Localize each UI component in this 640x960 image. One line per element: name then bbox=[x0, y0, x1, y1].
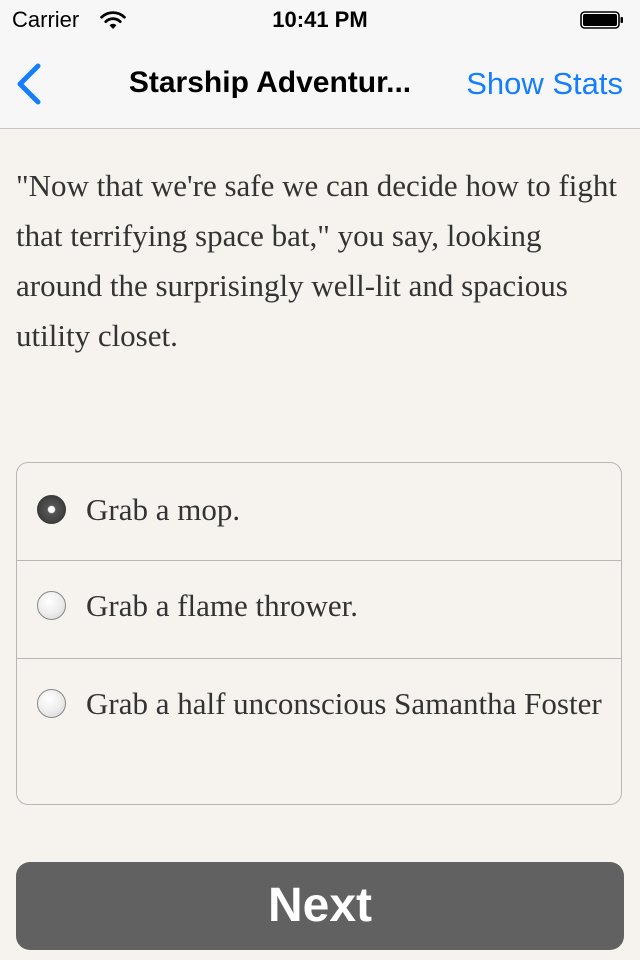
battery-icon bbox=[580, 11, 623, 29]
story-text: "Now that we're safe we can decide how t… bbox=[16, 168, 617, 353]
choice-list: Grab a mop. Grab a flame thrower. Grab a… bbox=[16, 462, 622, 805]
choice-label: Grab a mop. bbox=[86, 492, 241, 527]
radio-unselected-icon bbox=[37, 689, 66, 718]
next-button[interactable]: Next bbox=[16, 862, 624, 950]
choice-label: Grab a flame thrower. bbox=[86, 588, 358, 623]
navigation-bar: Starship Adventur... Show Stats bbox=[0, 40, 640, 129]
radio-selected-icon bbox=[37, 495, 66, 524]
choice-label: Grab a half unconscious Samantha Foster bbox=[86, 686, 602, 721]
choice-option-mop[interactable]: Grab a mop. bbox=[17, 463, 621, 561]
choice-option-flame-thrower[interactable]: Grab a flame thrower. bbox=[17, 561, 621, 659]
status-bar: Carrier 10:41 PM bbox=[0, 0, 640, 40]
status-time: 10:41 PM bbox=[272, 7, 368, 32]
choice-option-samantha[interactable]: Grab a half unconscious Samantha Foster bbox=[17, 659, 621, 804]
radio-unselected-icon bbox=[37, 591, 66, 620]
show-stats-button[interactable]: Show Stats bbox=[466, 66, 623, 102]
chevron-left-icon bbox=[17, 63, 41, 105]
back-button[interactable] bbox=[10, 60, 54, 108]
page-title: Starship Adventur... bbox=[128, 66, 412, 99]
